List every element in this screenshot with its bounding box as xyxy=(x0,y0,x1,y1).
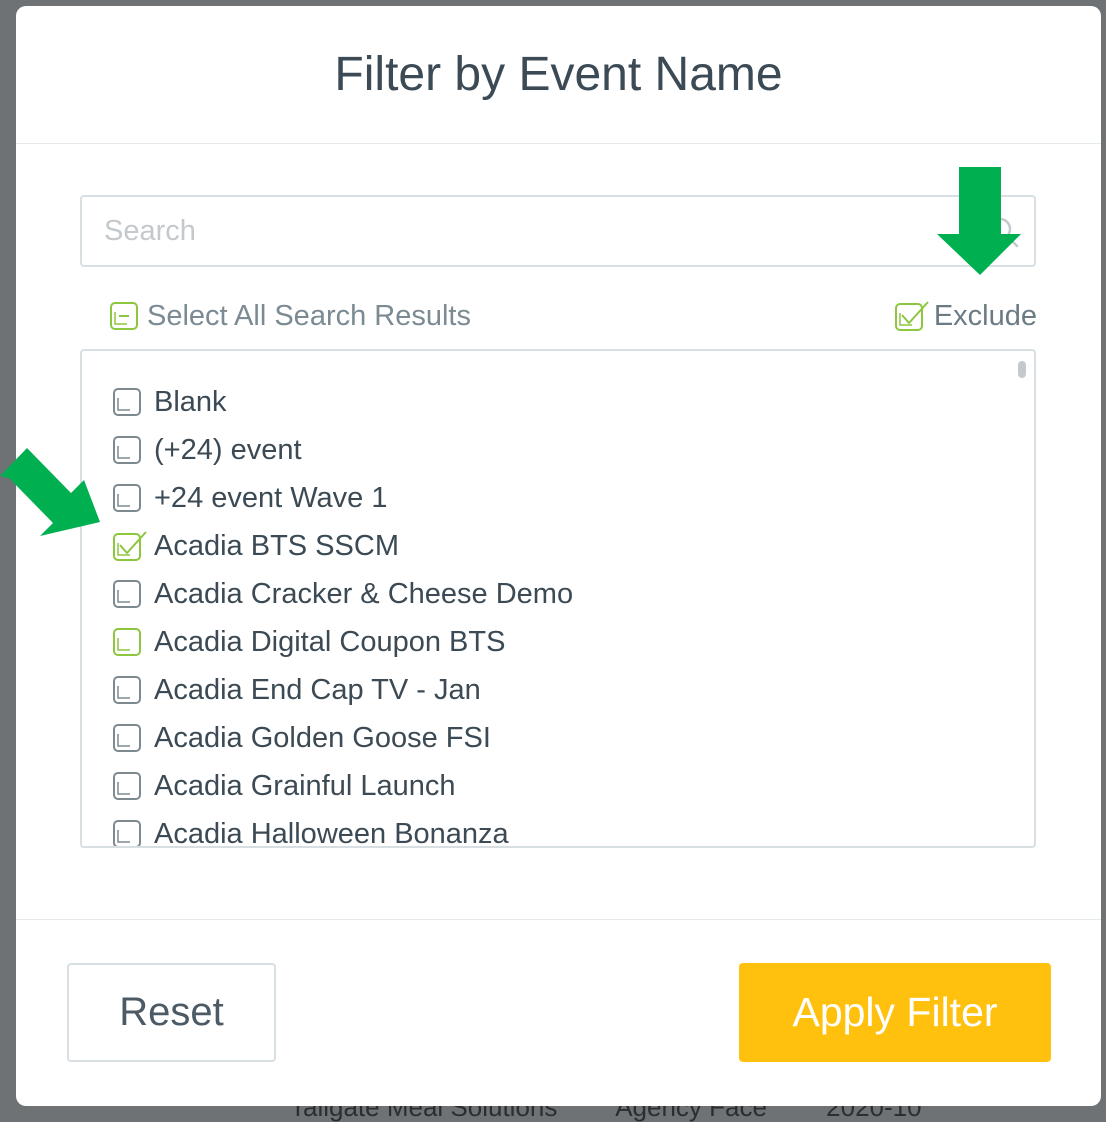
list-item-label: Acadia Golden Goose FSI xyxy=(154,721,491,754)
checkbox-unchecked-icon xyxy=(113,580,141,608)
modal-header: Filter by Event Name xyxy=(16,6,1101,144)
reset-button[interactable]: Reset xyxy=(67,963,276,1062)
list-item-label: Acadia Halloween Bonanza xyxy=(154,817,509,848)
list-item[interactable]: Acadia Digital Coupon BTS xyxy=(112,622,505,662)
checkbox-unchecked-icon xyxy=(113,772,141,800)
select-all-label: Select All Search Results xyxy=(147,300,471,332)
modal-title: Filter by Event Name xyxy=(334,48,783,101)
list-item[interactable]: Blank xyxy=(112,382,227,422)
footer-divider xyxy=(16,919,1101,920)
checkbox-unchecked-icon xyxy=(113,820,141,846)
list-item[interactable]: Acadia BTS SSCM xyxy=(112,526,399,566)
list-item[interactable]: Acadia Grainful Launch xyxy=(112,766,455,806)
search-box xyxy=(80,195,1036,267)
annotation-arrow-diagonal-icon xyxy=(0,448,100,536)
annotation-arrow-down-icon xyxy=(937,167,1021,275)
list-item-label: Acadia End Cap TV - Jan xyxy=(154,673,481,706)
exclude-checkbox[interactable]: Exclude xyxy=(894,298,1037,334)
list-item[interactable]: Acadia End Cap TV - Jan xyxy=(112,670,481,710)
checkbox-unchecked-icon xyxy=(113,388,141,416)
checkbox-unchecked-icon xyxy=(113,676,141,704)
list-item-label: Acadia BTS SSCM xyxy=(154,529,399,562)
list-item[interactable]: Acadia Cracker & Cheese Demo xyxy=(112,574,573,614)
list-item-label: (+24) event xyxy=(154,433,302,466)
list-item[interactable]: Acadia Golden Goose FSI xyxy=(112,718,491,758)
checkbox-indeterminate-icon xyxy=(110,302,138,330)
search-input[interactable] xyxy=(82,197,1034,265)
checkbox-unchecked-icon xyxy=(113,436,141,464)
exclude-label: Exclude xyxy=(933,300,1037,332)
list-item[interactable]: (+24) event xyxy=(112,430,302,470)
list-item-label: +24 event Wave 1 xyxy=(154,481,388,514)
list-item-label: Blank xyxy=(154,385,227,418)
list-item[interactable]: Acadia Halloween Bonanza xyxy=(112,814,509,848)
list-item-label: Acadia Digital Coupon BTS xyxy=(154,625,506,658)
checkbox-checked-icon xyxy=(113,531,147,561)
apply-filter-button[interactable]: Apply Filter xyxy=(739,963,1051,1062)
list-item-label: Acadia Cracker & Cheese Demo xyxy=(154,577,574,610)
checkbox-unchecked-icon xyxy=(113,724,141,752)
list-item-label: Acadia Grainful Launch xyxy=(154,769,456,802)
checkbox-checked-icon xyxy=(894,301,929,331)
select-all-checkbox[interactable]: Select All Search Results xyxy=(109,298,471,334)
checkbox-unchecked-icon xyxy=(113,628,141,656)
event-list[interactable]: Blank (+24) event +24 event Wave 1 Acadia B… xyxy=(80,349,1036,848)
checkbox-unchecked-icon xyxy=(113,484,141,512)
scrollbar-thumb[interactable] xyxy=(1018,361,1026,378)
list-item[interactable]: +24 event Wave 1 xyxy=(112,478,388,518)
